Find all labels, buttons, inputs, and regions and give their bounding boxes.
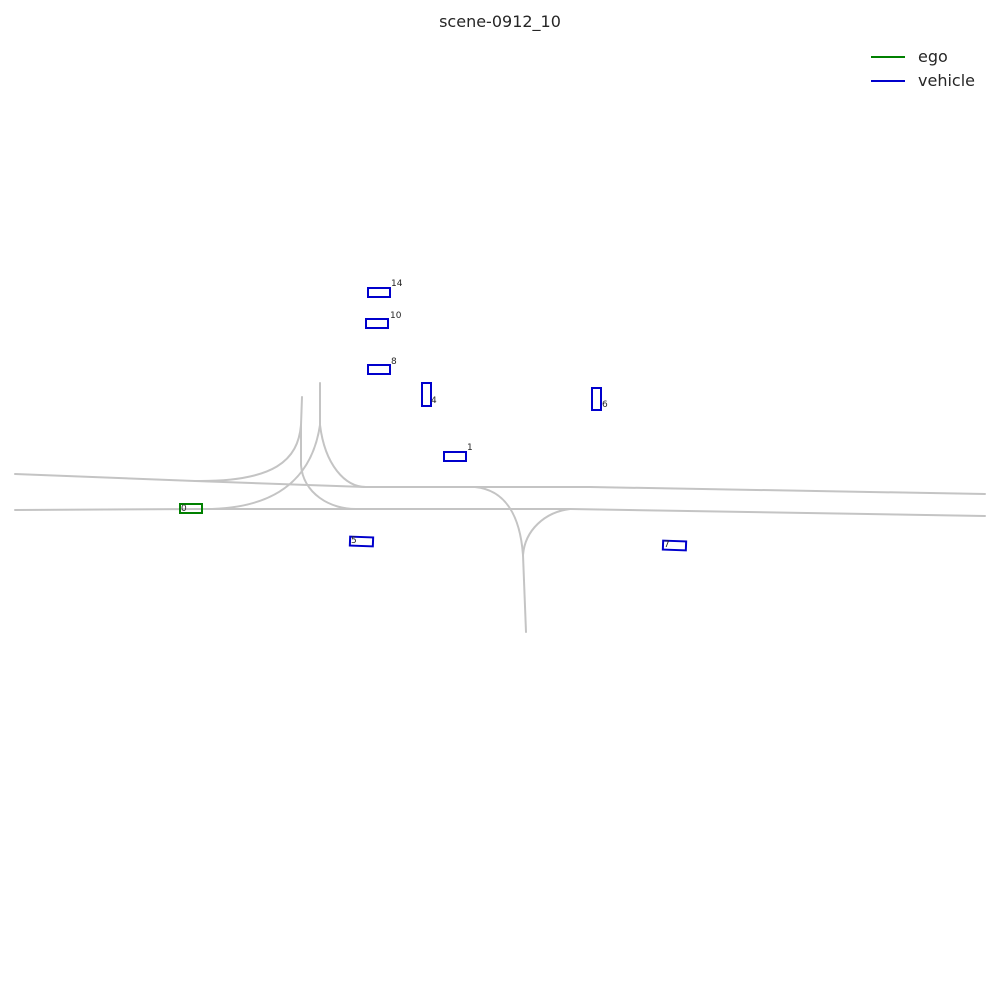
vehicle-agent-10: 10 [365,311,402,329]
legend-label-ego: ego [918,47,948,66]
vehicle-box-14 [367,287,391,298]
agent-id-label-5: 5 [351,536,357,546]
lane-connector-d [319,424,367,488]
plot-title: scene-0912_10 [439,12,561,32]
agent-id-label-0: 0 [181,504,187,514]
agent-id-label-10: 10 [390,311,402,321]
vehicle-agent-4: 4 [421,382,437,407]
lane-bottom-main [14,508,986,517]
vehicle-box-6 [591,387,602,411]
vehicle-box-10 [365,318,389,329]
agent-id-label-8: 8 [391,357,397,367]
vehicle-agent-8: 8 [367,357,397,375]
agent-id-label-6: 6 [602,400,608,410]
vehicle-agent-1: 1 [443,443,473,462]
agent-id-label-4: 4 [431,396,437,406]
lane-top-main [14,473,986,495]
scene-map: scene-0912_10 01456781014 egovehicle [14,12,986,633]
legend-label-vehicle: vehicle [918,71,975,90]
vehicle-box-4 [421,382,432,407]
vehicle-agent-6: 6 [591,387,608,411]
agent-id-label-14: 14 [391,279,403,289]
lane-network [14,382,986,633]
agent-id-label-1: 1 [467,443,473,453]
lane-south-b [522,508,571,556]
lane-left-turn-a [194,396,303,483]
vehicle-agent-5: 5 [348,535,375,548]
vehicle-agent-14: 14 [367,279,403,298]
legend: ego vehicle [871,47,975,90]
vehicle-box-8 [367,364,391,375]
agent-id-label-7: 7 [664,540,670,550]
vehicle-agent-7: 7 [661,539,688,552]
lane-south-stem [522,554,527,633]
vehicle-box-1 [443,451,467,462]
lane-connector-c [300,424,359,511]
lane-south-a [474,486,524,556]
